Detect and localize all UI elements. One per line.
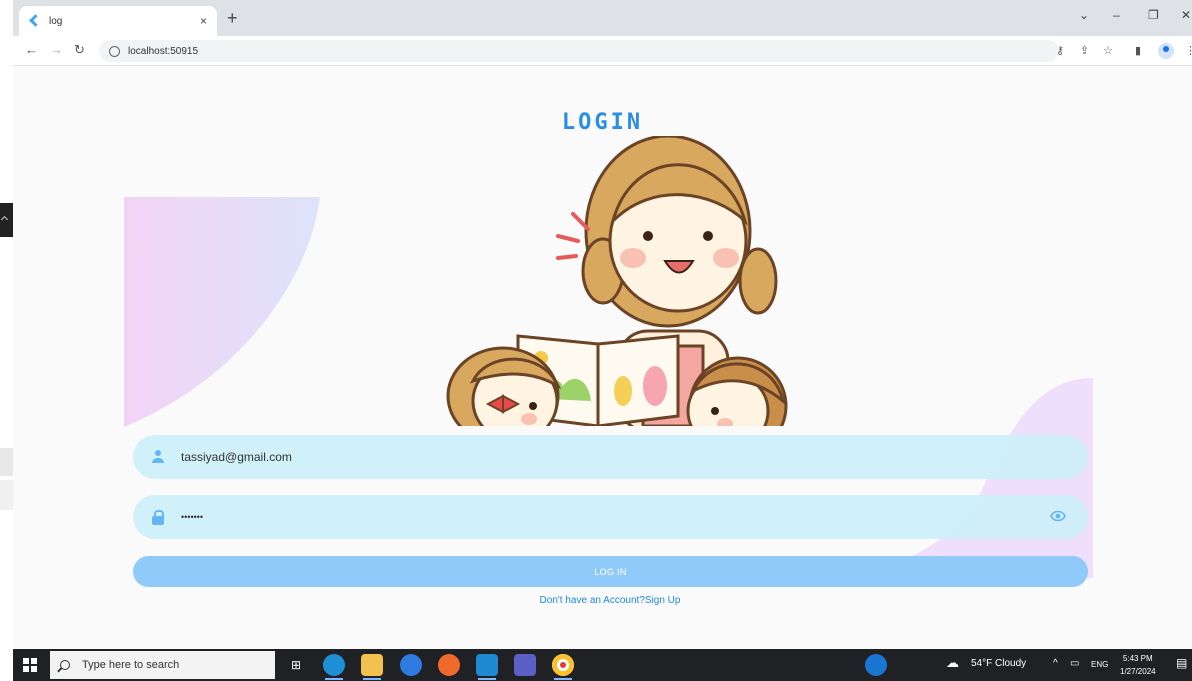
- page-title: LOGIN: [561, 110, 644, 135]
- search-placeholder: Type here to search: [82, 659, 180, 671]
- bookmark-star-icon[interactable]: ☆: [1103, 44, 1113, 57]
- windows-start-icon[interactable]: [23, 658, 37, 672]
- share-icon[interactable]: ⇪: [1080, 44, 1089, 57]
- flutter-icon: [29, 15, 41, 27]
- vscode-icon[interactable]: [476, 654, 498, 680]
- address-bar[interactable]: localhost:50915: [99, 40, 1059, 62]
- browser-tab-strip: log × + ⌄ – ❐ ✕: [13, 0, 1192, 36]
- profile-avatar-icon[interactable]: [1158, 43, 1174, 59]
- clock-date: 1/27/2024: [1120, 667, 1156, 676]
- edge-browser-icon[interactable]: [323, 654, 345, 680]
- reload-icon[interactable]: ↻: [74, 42, 85, 58]
- browser-toolbar: ← → ↻ localhost:50915 ⚷ ⇪ ☆ ▮ ⋮: [13, 36, 1192, 66]
- back-arrow-icon[interactable]: ←: [25, 42, 38, 57]
- email-input[interactable]: tassiyad@gmail.com: [181, 450, 981, 464]
- site-info-icon[interactable]: [109, 45, 120, 57]
- page-viewport: LOGIN tassiyad@gmail.com ••••••• LOG IN …: [13, 66, 1192, 649]
- person-icon: [151, 450, 165, 464]
- minimize-button[interactable]: –: [1113, 8, 1120, 22]
- email-field[interactable]: tassiyad@gmail.com: [133, 435, 1088, 479]
- password-input[interactable]: •••••••: [181, 512, 981, 522]
- side-panel-icon[interactable]: ▮: [1135, 44, 1141, 57]
- weather-text[interactable]: 54°F Cloudy: [971, 658, 1026, 669]
- windows-taskbar: Type here to search ⊞ ☁ 54°F Cloudy ^ ▭ …: [13, 649, 1192, 681]
- signup-link[interactable]: Don't have an Account?Sign Up: [13, 595, 1192, 606]
- close-window-button[interactable]: ✕: [1181, 8, 1191, 22]
- account-globe-icon[interactable]: [865, 654, 887, 676]
- browser-tab[interactable]: log ×: [19, 6, 217, 36]
- decorative-blob-left: [124, 197, 320, 427]
- side-collapse-tab[interactable]: [0, 203, 13, 237]
- eye-icon[interactable]: [1050, 510, 1066, 522]
- tab-search-button[interactable]: ⌄: [1079, 8, 1089, 22]
- cloud-weather-icon: ☁: [946, 655, 959, 670]
- file-explorer-icon[interactable]: [361, 654, 383, 680]
- search-icon: [60, 660, 70, 670]
- new-tab-button[interactable]: +: [227, 8, 238, 29]
- gutter-strip: [0, 448, 13, 476]
- screenshot-frame: log × + ⌄ – ❐ ✕ ← → ↻ localhost:50915 ⚷ …: [0, 0, 1192, 681]
- battery-icon[interactable]: ▭: [1070, 658, 1079, 669]
- restore-button[interactable]: ❐: [1148, 8, 1159, 22]
- gutter-strip: [0, 480, 13, 510]
- postman-icon[interactable]: [438, 654, 460, 676]
- menu-dots-icon[interactable]: ⋮: [1185, 44, 1192, 57]
- task-view-icon[interactable]: ⊞: [285, 654, 307, 676]
- lock-icon: [151, 510, 165, 525]
- store-app-icon[interactable]: [400, 654, 422, 676]
- key-icon[interactable]: ⚷: [1056, 44, 1064, 57]
- teacher-reading-illustration: [446, 136, 788, 426]
- language-indicator[interactable]: ENG: [1091, 660, 1108, 669]
- system-clock[interactable]: 5:43 PM 1/27/2024: [1120, 652, 1156, 678]
- chrome-icon[interactable]: [552, 654, 574, 680]
- forward-arrow-icon[interactable]: →: [50, 42, 63, 57]
- show-hidden-icons-icon[interactable]: ^: [1053, 658, 1058, 669]
- password-field[interactable]: •••••••: [133, 495, 1088, 539]
- taskbar-search-box[interactable]: Type here to search: [50, 651, 275, 679]
- tab-title: log: [49, 15, 63, 27]
- teams-icon[interactable]: [514, 654, 536, 676]
- clock-time: 5:43 PM: [1122, 654, 1153, 663]
- address-url: localhost:50915: [128, 45, 199, 57]
- login-button[interactable]: LOG IN: [133, 556, 1088, 587]
- tab-close-button[interactable]: ×: [200, 14, 207, 28]
- notification-center-icon[interactable]: ▤: [1176, 656, 1187, 670]
